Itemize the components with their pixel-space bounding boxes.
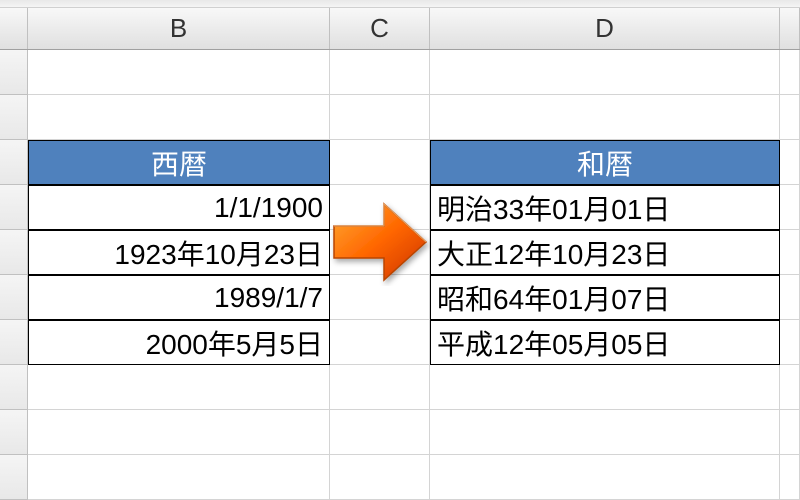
table-row: 西暦 和暦 [0, 140, 800, 185]
row-header[interactable] [0, 320, 28, 365]
column-headers-row: B C D [0, 8, 800, 50]
west-calendar-header[interactable]: 西暦 [28, 140, 330, 185]
cell[interactable] [780, 320, 800, 365]
cell[interactable] [330, 455, 430, 500]
japanese-date-cell[interactable]: 大正12年10月23日 [430, 230, 780, 275]
table-row: 2000年5月5日 平成12年05月05日 [0, 320, 800, 365]
japanese-date-cell[interactable]: 明治33年01月01日 [430, 185, 780, 230]
table-row [0, 410, 800, 455]
table-row [0, 95, 800, 140]
row-header[interactable] [0, 95, 28, 140]
row-header[interactable] [0, 185, 28, 230]
column-header-D[interactable]: D [430, 8, 780, 49]
row-header[interactable] [0, 230, 28, 275]
cell[interactable] [780, 95, 800, 140]
cell[interactable] [330, 365, 430, 410]
cell[interactable] [330, 95, 430, 140]
japanese-calendar-header[interactable]: 和暦 [430, 140, 780, 185]
column-header-B[interactable]: B [28, 8, 330, 49]
west-date-cell[interactable]: 1923年10月23日 [28, 230, 330, 275]
cell[interactable] [330, 320, 430, 365]
arrow-right-icon[interactable] [326, 192, 434, 292]
row-header[interactable] [0, 275, 28, 320]
column-header-C[interactable]: C [330, 8, 430, 49]
cell[interactable] [780, 50, 800, 95]
cell[interactable] [330, 50, 430, 95]
japanese-date-cell[interactable]: 昭和64年01月07日 [430, 275, 780, 320]
cell[interactable] [780, 365, 800, 410]
cell[interactable] [28, 365, 330, 410]
cell[interactable] [780, 455, 800, 500]
row-header[interactable] [0, 50, 28, 95]
select-all-corner[interactable] [0, 8, 28, 49]
cell[interactable] [430, 95, 780, 140]
table-row [0, 365, 800, 410]
cell[interactable] [780, 185, 800, 230]
west-date-cell[interactable]: 2000年5月5日 [28, 320, 330, 365]
cell[interactable] [780, 410, 800, 455]
table-row [0, 50, 800, 95]
west-date-cell[interactable]: 1/1/1900 [28, 185, 330, 230]
cell[interactable] [28, 95, 330, 140]
japanese-date-cell[interactable]: 平成12年05月05日 [430, 320, 780, 365]
cell[interactable] [430, 50, 780, 95]
column-header-E[interactable] [780, 8, 800, 49]
cell[interactable] [430, 410, 780, 455]
row-header[interactable] [0, 455, 28, 500]
cell[interactable] [330, 140, 430, 185]
row-header[interactable] [0, 410, 28, 455]
cell[interactable] [430, 365, 780, 410]
cell[interactable] [28, 410, 330, 455]
table-row [0, 455, 800, 500]
cell[interactable] [780, 140, 800, 185]
cell[interactable] [28, 50, 330, 95]
cell[interactable] [780, 230, 800, 275]
row-header[interactable] [0, 365, 28, 410]
row-header[interactable] [0, 140, 28, 185]
cell[interactable] [780, 275, 800, 320]
cell[interactable] [330, 410, 430, 455]
spreadsheet-grid[interactable]: B C D 西暦 和暦 [0, 8, 800, 500]
cell[interactable] [430, 455, 780, 500]
cell[interactable] [28, 455, 330, 500]
west-date-cell[interactable]: 1989/1/7 [28, 275, 330, 320]
window-top-bar [0, 0, 800, 8]
